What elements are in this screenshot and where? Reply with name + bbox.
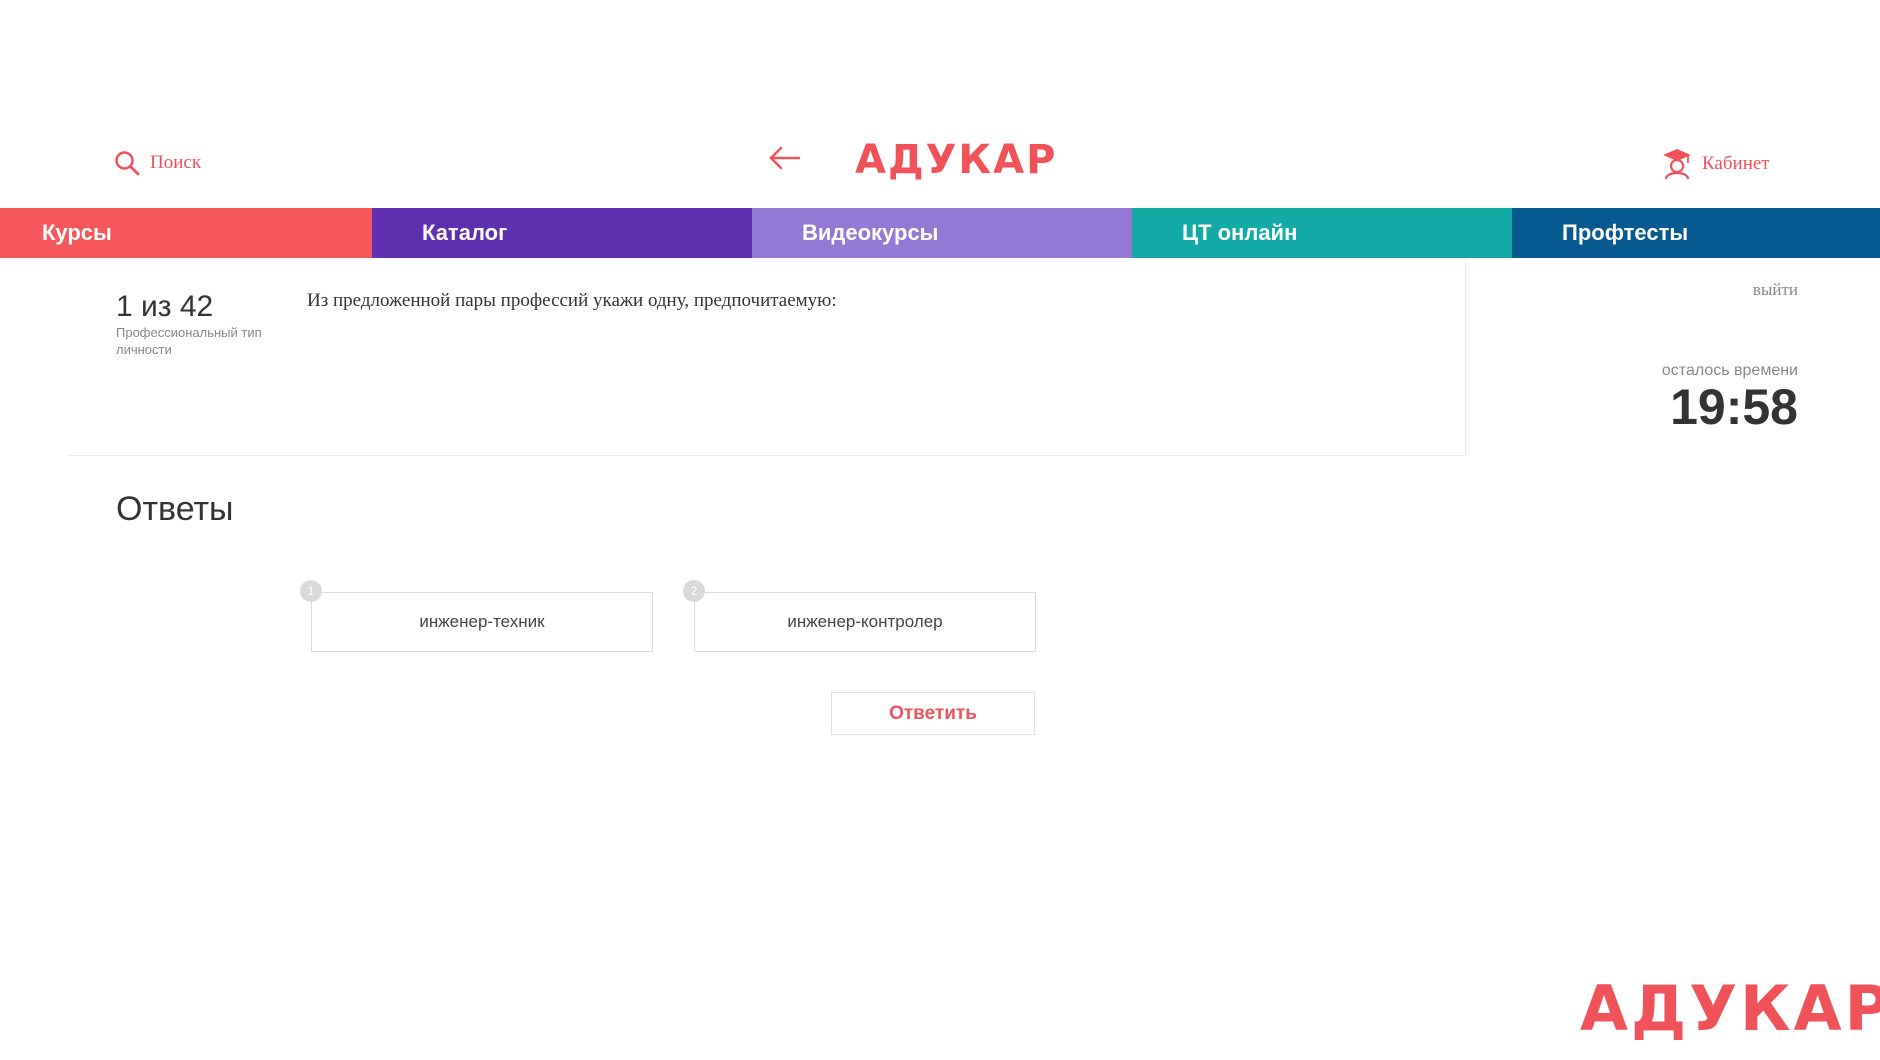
nav-item-proftests[interactable]: Профтесты [1512, 208, 1880, 258]
watermark-logo: АДУКАР [1580, 972, 1880, 1045]
answer-option-label: инженер-контролер [787, 612, 943, 631]
cabinet-label: Кабинет [1702, 153, 1770, 174]
search-icon [115, 151, 140, 176]
arrow-left-icon[interactable] [768, 146, 802, 170]
nav-item-ct-online[interactable]: ЦТ онлайн [1132, 208, 1512, 258]
answer-option-label: инженер-техник [419, 612, 545, 631]
timer-value: 19:58 [1670, 379, 1798, 435]
graduate-icon [1663, 149, 1691, 180]
nav-item-courses[interactable]: Курсы [0, 208, 372, 258]
main-nav: Курсы Каталог Видеокурсы ЦТ онлайн Профт… [0, 208, 1880, 258]
search-link[interactable]: Поиск [114, 150, 201, 176]
question-text: Из предложенной пары профессий укажи одн… [307, 290, 837, 311]
option-number-badge: 2 [683, 580, 705, 602]
answers-title: Ответы [116, 490, 234, 528]
answer-option-1[interactable]: инженер-техник [311, 592, 653, 652]
option-number-badge: 1 [300, 580, 322, 602]
test-name: Профессиональный тип личности [116, 325, 262, 357]
submit-button[interactable]: Ответить [831, 692, 1035, 735]
search-label: Поиск [150, 152, 202, 173]
answer-option-2[interactable]: инженер-контролер [694, 592, 1036, 652]
nav-item-catalog[interactable]: Каталог [372, 208, 752, 258]
nav-item-video-courses[interactable]: Видеокурсы [752, 208, 1132, 258]
header: Поиск АДУКАР Кабинет [0, 0, 1880, 205]
site-logo[interactable]: АДУКАР [855, 140, 1057, 180]
question-counter: 1 из 42 [116, 290, 214, 323]
question-panel [68, 258, 1466, 456]
cabinet-link[interactable]: Кабинет [1662, 148, 1770, 180]
exit-link[interactable]: выйти [1753, 280, 1798, 300]
